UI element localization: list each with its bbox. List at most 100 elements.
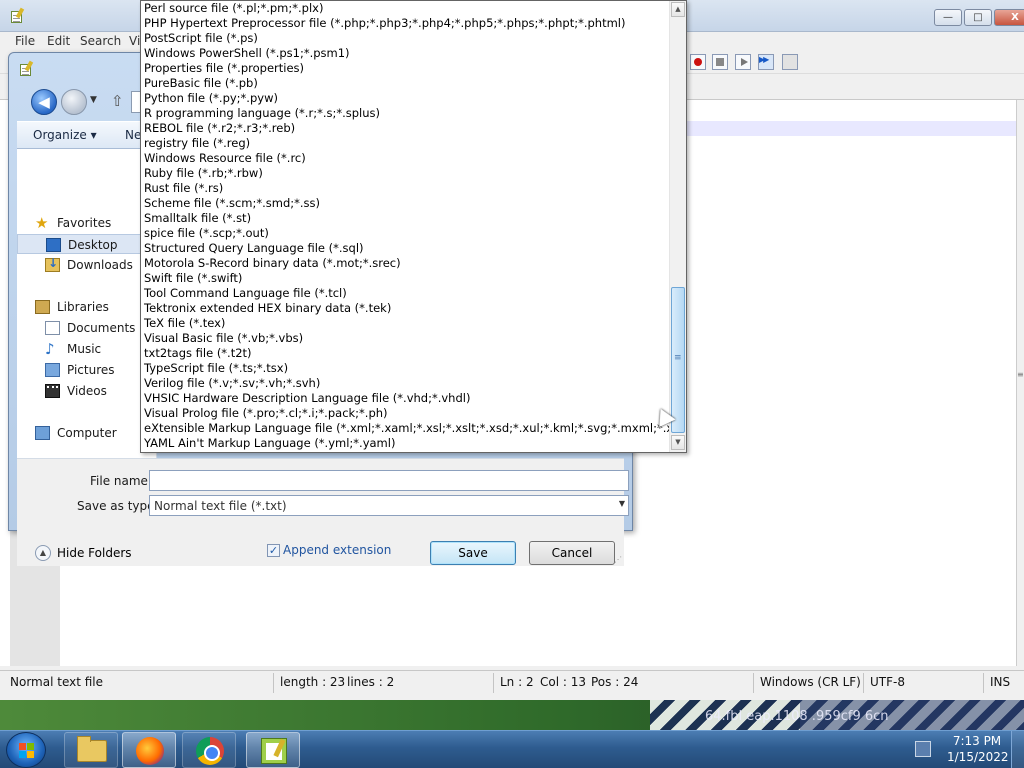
taskbar-chrome[interactable] bbox=[182, 732, 236, 768]
scroll-down-icon[interactable]: ▼ bbox=[671, 435, 685, 450]
file-type-option[interactable]: YAML Ain't Markup Language (*.yml;*.yaml… bbox=[141, 436, 669, 451]
editor-scrollbar[interactable]: ≡ bbox=[1016, 100, 1024, 666]
status-insert-mode: INS bbox=[990, 675, 1011, 689]
file-name-input[interactable] bbox=[149, 470, 629, 491]
taskbar: 7:13 PM 1/15/2022 bbox=[0, 730, 1024, 768]
minimize-button[interactable]: — bbox=[934, 9, 962, 26]
file-name-label: File name: bbox=[90, 474, 152, 488]
nav-documents[interactable]: Documents bbox=[17, 318, 153, 338]
dialog-notepadpp-icon bbox=[18, 60, 34, 77]
nav-favorites-label: Favorites bbox=[57, 216, 112, 230]
status-lines: lines : 2 bbox=[347, 675, 395, 689]
window-controls: — □ X bbox=[934, 9, 1024, 26]
file-type-option[interactable]: Swift file (*.swift) bbox=[141, 271, 669, 286]
up-arrow-icon[interactable]: ⇧ bbox=[111, 92, 124, 110]
chevron-down-icon[interactable]: ▼ bbox=[619, 499, 625, 508]
file-type-option[interactable]: Perl source file (*.pl;*.pm;*.plx) bbox=[141, 1, 669, 16]
organize-button[interactable]: Organize ▾ bbox=[33, 128, 97, 142]
menu-edit[interactable]: Edit bbox=[47, 34, 70, 48]
nav-pictures[interactable]: Pictures bbox=[17, 360, 153, 380]
file-type-option[interactable]: eXtensible Markup Language file (*.xml;*… bbox=[141, 421, 669, 436]
nav-desktop[interactable]: Desktop bbox=[17, 234, 153, 254]
desktop-wallpaper: 64.fbl eap.1108 .959cf9 6cn bbox=[0, 700, 1024, 730]
file-type-option[interactable]: Python file (*.py;*.pyw) bbox=[141, 91, 669, 106]
file-type-option[interactable]: spice file (*.scp;*.out) bbox=[141, 226, 669, 241]
nav-computer[interactable]: Computer bbox=[17, 423, 153, 443]
file-type-option[interactable]: VHSIC Hardware Description Language file… bbox=[141, 391, 669, 406]
save-button[interactable]: Save bbox=[430, 541, 516, 565]
file-type-list: Perl source file (*.pl;*.pm;*.plx) PHP Hy… bbox=[141, 1, 669, 452]
nav-music-label: Music bbox=[67, 342, 102, 356]
file-type-option[interactable]: PureBasic file (*.pb) bbox=[141, 76, 669, 91]
file-type-option[interactable]: REBOL file (*.r2;*.r3;*.reb) bbox=[141, 121, 669, 136]
file-type-option[interactable]: Motorola S-Record binary data (*.mot;*.s… bbox=[141, 256, 669, 271]
file-type-option[interactable]: Rust file (*.rs) bbox=[141, 181, 669, 196]
stop-recording-icon[interactable] bbox=[712, 54, 728, 70]
save-as-type-select[interactable]: Normal text file (*.txt) ▼ bbox=[149, 495, 629, 516]
file-type-option[interactable]: PostScript file (*.ps) bbox=[141, 31, 669, 46]
file-type-option[interactable]: Visual Basic file (*.vb;*.vbs) bbox=[141, 331, 669, 346]
notepadpp-icon bbox=[261, 738, 287, 764]
file-type-option[interactable]: Smalltalk file (*.st) bbox=[141, 211, 669, 226]
pictures-icon bbox=[45, 363, 60, 377]
nav-music[interactable]: ♪ Music bbox=[17, 339, 153, 359]
taskbar-explorer[interactable] bbox=[64, 732, 118, 768]
forward-button[interactable] bbox=[61, 89, 87, 115]
status-encoding: UTF-8 bbox=[870, 675, 905, 689]
taskbar-notepadpp[interactable] bbox=[246, 732, 300, 768]
file-type-option[interactable]: Windows Resource file (*.rc) bbox=[141, 151, 669, 166]
run-macro-multiple-icon[interactable] bbox=[758, 54, 774, 70]
file-type-option[interactable]: txt2tags file (*.t2t) bbox=[141, 346, 669, 361]
system-tray: 7:13 PM 1/15/2022 bbox=[905, 731, 1024, 768]
file-type-option[interactable]: Structured Query Language file (*.sql) bbox=[141, 241, 669, 256]
network-icon[interactable] bbox=[915, 741, 931, 757]
dropdown-scrollbar[interactable]: ▲ ≡ ▼ bbox=[669, 1, 686, 452]
clock-date[interactable]: 1/15/2022 bbox=[947, 750, 1009, 764]
nav-downloads-label: Downloads bbox=[67, 258, 133, 272]
new-folder-button[interactable]: Ne bbox=[125, 128, 141, 142]
nav-favorites[interactable]: ★ Favorites bbox=[17, 213, 153, 233]
recent-locations-dropdown-icon[interactable]: ▼ bbox=[90, 95, 97, 105]
nav-videos[interactable]: Videos bbox=[17, 381, 153, 401]
playback-macro-icon[interactable] bbox=[735, 54, 751, 70]
close-button[interactable]: X bbox=[994, 9, 1024, 26]
downloads-icon bbox=[45, 256, 60, 272]
menu-search[interactable]: Search bbox=[80, 34, 121, 48]
resize-grip-icon[interactable]: ⋰ bbox=[614, 555, 622, 564]
save-as-type-label: Save as type: bbox=[77, 499, 159, 513]
file-type-option[interactable]: registry file (*.reg) bbox=[141, 136, 669, 151]
status-bar: Normal text file length : 23 lines : 2 L… bbox=[0, 670, 1024, 694]
append-extension-checkbox[interactable]: ✓ bbox=[267, 544, 280, 557]
append-extension-label[interactable]: Append extension bbox=[283, 543, 391, 557]
file-type-option[interactable]: TeX file (*.tex) bbox=[141, 316, 669, 331]
file-type-option[interactable]: Visual Prolog file (*.pro;*.cl;*.i;*.pac… bbox=[141, 406, 669, 421]
cancel-button[interactable]: Cancel bbox=[529, 541, 615, 565]
nav-downloads[interactable]: Downloads bbox=[17, 255, 153, 275]
back-button[interactable]: ◀ bbox=[31, 89, 57, 115]
file-type-option[interactable]: R programming language (*.r;*.s;*.splus) bbox=[141, 106, 669, 121]
file-type-option[interactable]: PHP Hypertext Preprocessor file (*.php;*… bbox=[141, 16, 669, 31]
scroll-up-icon[interactable]: ▲ bbox=[671, 2, 685, 17]
menu-file[interactable]: File bbox=[15, 34, 35, 48]
file-type-option[interactable]: Properties file (*.properties) bbox=[141, 61, 669, 76]
file-type-option[interactable]: Ruby file (*.rb;*.rbw) bbox=[141, 166, 669, 181]
record-macro-icon[interactable] bbox=[690, 54, 706, 70]
file-type-option[interactable]: TypeScript file (*.ts;*.tsx) bbox=[141, 361, 669, 376]
taskbar-firefox[interactable] bbox=[122, 732, 176, 768]
file-type-option[interactable]: Tool Command Language file (*.tcl) bbox=[141, 286, 669, 301]
file-type-option[interactable]: Windows PowerShell (*.ps1;*.psm1) bbox=[141, 46, 669, 61]
nav-pictures-label: Pictures bbox=[67, 363, 115, 377]
file-type-option[interactable]: Verilog file (*.v;*.sv;*.vh;*.svh) bbox=[141, 376, 669, 391]
file-type-option[interactable]: Tektronix extended HEX binary data (*.te… bbox=[141, 301, 669, 316]
maximize-button[interactable]: □ bbox=[964, 9, 992, 26]
clock-time[interactable]: 7:13 PM bbox=[947, 734, 1007, 748]
save-macro-icon[interactable] bbox=[782, 54, 798, 70]
scroll-thumb[interactable]: ≡ bbox=[671, 287, 685, 433]
file-type-option[interactable]: Scheme file (*.scm;*.smd;*.ss) bbox=[141, 196, 669, 211]
menu-view[interactable]: Vi bbox=[129, 34, 140, 48]
nav-videos-label: Videos bbox=[67, 384, 107, 398]
windows-logo-icon bbox=[19, 743, 35, 759]
show-desktop-button[interactable] bbox=[1011, 731, 1024, 768]
nav-libraries[interactable]: Libraries bbox=[17, 297, 153, 317]
start-button[interactable] bbox=[6, 732, 46, 768]
